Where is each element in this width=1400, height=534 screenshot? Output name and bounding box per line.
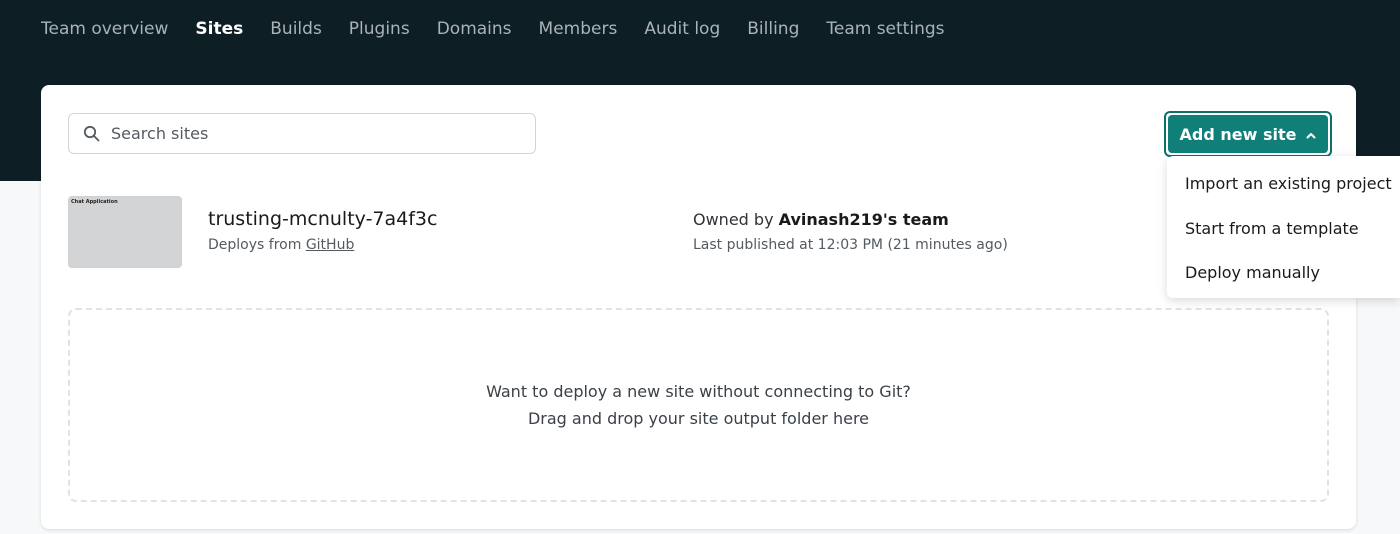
chevron-up-icon [1306,129,1316,142]
github-link[interactable]: GitHub [306,237,355,253]
deploys-prefix: Deploys from [208,237,302,253]
dropzone-line-2: Drag and drop your site output folder he… [527,409,870,428]
add-new-site-focus-ring: Add new site [1164,111,1332,157]
nav-item-plugins[interactable]: Plugins [349,19,410,39]
sites-card: Add new site Chat Application trusting-m… [41,85,1356,529]
deploy-dropzone[interactable]: Want to deploy a new site without connec… [68,308,1329,502]
search-input[interactable] [109,123,513,144]
add-site-dropdown-menu: Import an existing project Start from a … [1167,156,1400,298]
search-box[interactable] [68,113,536,154]
nav-item-members[interactable]: Members [539,19,618,39]
last-published: Last published at 12:03 PM (21 minutes a… [693,237,1008,253]
nav-item-sites[interactable]: Sites [195,19,243,39]
team-nav: Team overview Sites Builds Plugins Domai… [41,16,972,42]
owner-name: Avinash219's team [778,210,949,229]
dropzone-line-1: Want to deploy a new site without connec… [486,382,911,401]
search-icon [82,125,100,143]
menu-item-start-from-template[interactable]: Start from a template [1185,219,1359,238]
site-deploy-source: Deploys from GitHub [208,237,354,253]
site-list-item[interactable]: Chat Application trusting-mcnulty-7a4f3c… [68,196,1288,268]
nav-item-team-settings[interactable]: Team settings [826,19,944,39]
thumbnail-title: Chat Application [71,199,118,205]
add-new-site-label: Add new site [1179,124,1297,144]
nav-item-audit-log[interactable]: Audit log [644,19,720,39]
menu-item-deploy-manually[interactable]: Deploy manually [1185,263,1320,282]
owned-prefix: Owned by [693,210,774,229]
nav-item-builds[interactable]: Builds [270,19,322,39]
site-thumbnail[interactable]: Chat Application [68,196,182,268]
site-name[interactable]: trusting-mcnulty-7a4f3c [208,208,437,230]
menu-item-import-existing-project[interactable]: Import an existing project [1185,174,1392,193]
nav-item-billing[interactable]: Billing [747,19,799,39]
nav-item-team-overview[interactable]: Team overview [41,19,168,39]
site-owner: Owned by Avinash219's team [693,210,949,229]
nav-item-domains[interactable]: Domains [437,19,512,39]
add-new-site-button[interactable]: Add new site [1168,115,1328,153]
